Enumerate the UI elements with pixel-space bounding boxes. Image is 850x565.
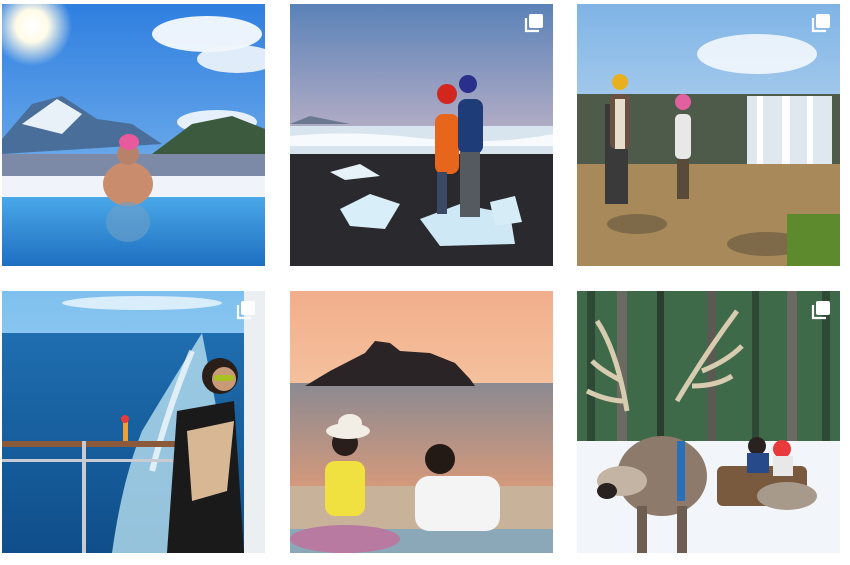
stacked-squares-icon <box>810 12 832 34</box>
stacked-squares-icon <box>235 299 257 321</box>
photo-grid <box>0 0 850 565</box>
post-image <box>2 4 265 266</box>
post-image <box>577 4 840 266</box>
post-tile[interactable] <box>577 4 840 266</box>
post-image <box>577 291 840 553</box>
stacked-squares-icon <box>810 299 832 321</box>
stacked-squares-icon <box>523 12 545 34</box>
post-tile[interactable] <box>290 291 553 553</box>
post-tile[interactable] <box>2 4 265 266</box>
post-image <box>290 4 553 266</box>
post-image <box>290 291 553 553</box>
post-image <box>2 291 265 553</box>
post-tile[interactable] <box>290 4 553 266</box>
post-tile[interactable] <box>2 291 265 553</box>
post-tile[interactable] <box>577 291 840 553</box>
